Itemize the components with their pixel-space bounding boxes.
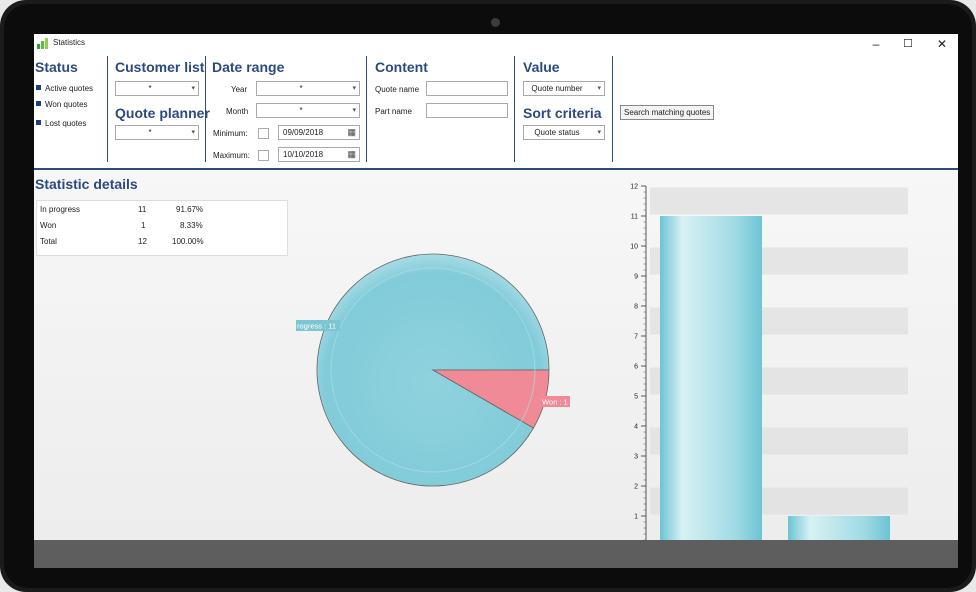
- status-active-quotes[interactable]: Active quotes: [36, 84, 93, 93]
- y-tick-label: 7: [634, 334, 638, 341]
- app-icon: [37, 38, 48, 49]
- year-label: Year: [231, 85, 248, 94]
- chevron-down-icon: ▾: [191, 85, 195, 92]
- maximum-date-checkbox[interactable]: [258, 150, 269, 161]
- quote-name-label: Quote name: [375, 85, 420, 94]
- camera-icon: [491, 18, 500, 27]
- filter-panel: Status Active quotes Won quotes Lost quo…: [34, 54, 958, 170]
- y-tick-label: 4: [634, 424, 638, 431]
- divider: [514, 56, 515, 162]
- divider: [366, 56, 367, 162]
- bar-in-progress: [660, 216, 762, 546]
- maximum-label: Maximum:: [213, 151, 250, 160]
- sort-criteria-select[interactable]: Quote status ▾: [523, 125, 605, 140]
- value-select[interactable]: Quote number ▾: [523, 81, 605, 96]
- status-lost-quotes[interactable]: Lost quotes: [36, 119, 86, 128]
- part-name-input[interactable]: [426, 103, 508, 118]
- y-tick-label: 3: [634, 454, 638, 461]
- divider: [107, 56, 108, 162]
- divider: [612, 56, 613, 162]
- y-tick-label: 10: [630, 244, 638, 251]
- checkbox-icon: [36, 120, 41, 125]
- part-name-label: Part name: [375, 107, 412, 116]
- pie-label-won: Won : 1: [540, 396, 570, 407]
- sort-criteria-heading: Sort criteria: [523, 105, 602, 121]
- grid-band: [650, 187, 908, 215]
- y-tick-label: 2: [634, 484, 638, 491]
- quote-planner-select[interactable]: * ▾: [115, 125, 199, 140]
- chevron-down-icon: ▾: [597, 129, 601, 136]
- pie-label-in-progress: rogress : 11: [296, 320, 340, 331]
- y-tick-label: 1: [634, 514, 638, 521]
- month-select[interactable]: * ▾: [256, 103, 360, 118]
- minimum-date-checkbox[interactable]: [258, 128, 269, 139]
- table-row: Total 12 100.00%: [40, 237, 204, 246]
- year-select[interactable]: * ▾: [256, 81, 360, 96]
- statistic-details-panel: Statistic details In progress 11 91.67% …: [34, 170, 958, 568]
- content-heading: Content: [375, 59, 428, 75]
- minimum-date-picker[interactable]: 09/09/2018 ▦: [278, 125, 360, 140]
- chevron-down-icon: ▾: [352, 85, 356, 92]
- date-range-heading: Date range: [212, 59, 285, 75]
- statistics-table: In progress 11 91.67% Won 1 8.33% Total …: [36, 200, 288, 256]
- status-won-quotes[interactable]: Won quotes: [36, 100, 88, 109]
- maximum-date-picker[interactable]: 10/10/2018 ▦: [278, 147, 360, 162]
- month-label: Month: [226, 107, 249, 116]
- checkbox-icon: [36, 85, 41, 90]
- y-tick-label: 9: [634, 274, 638, 281]
- checkbox-icon: [36, 101, 41, 106]
- quote-planner-heading: Quote planner: [115, 105, 210, 121]
- chevron-down-icon: ▾: [597, 85, 601, 92]
- y-tick-label: 12: [630, 184, 638, 191]
- minimum-label: Minimum:: [213, 129, 248, 138]
- status-heading: Status: [35, 59, 78, 75]
- value-heading: Value: [523, 59, 560, 75]
- table-row: Won 1 8.33%: [40, 221, 203, 230]
- y-tick-label: 5: [634, 394, 638, 401]
- search-matching-quotes-button[interactable]: Search matching quotes: [620, 105, 715, 120]
- svg-text:rogress : 11: rogress : 11: [297, 322, 336, 331]
- calendar-icon[interactable]: ▦: [347, 127, 356, 138]
- y-tick-label: 11: [631, 214, 638, 221]
- bar-chart: 0123456789101112: [630, 184, 908, 548]
- title-bar: Statistics – ☐ ✕: [34, 34, 958, 54]
- close-button[interactable]: ✕: [930, 36, 954, 52]
- chevron-down-icon: ▾: [191, 129, 195, 136]
- chevron-down-icon: ▾: [352, 107, 356, 114]
- statistic-details-heading: Statistic details: [35, 176, 138, 192]
- divider: [205, 56, 206, 162]
- y-tick-label: 8: [634, 304, 638, 311]
- taskbar: [34, 540, 958, 568]
- table-row: In progress 11 91.67%: [40, 205, 204, 214]
- minimize-button[interactable]: –: [864, 36, 888, 52]
- customer-list-select[interactable]: * ▾: [115, 81, 199, 96]
- window-title: Statistics: [53, 38, 86, 47]
- pie-chart: rogress : 11 Won : 1: [296, 253, 570, 487]
- screen: Statistics – ☐ ✕ Status Active quotes Wo…: [34, 34, 958, 568]
- svg-text:Won : 1: Won : 1: [542, 398, 568, 407]
- calendar-icon[interactable]: ▦: [347, 149, 356, 160]
- customer-list-heading: Customer list: [115, 59, 205, 75]
- quote-name-input[interactable]: [426, 81, 508, 96]
- maximize-button[interactable]: ☐: [896, 36, 920, 52]
- y-tick-label: 6: [634, 364, 638, 371]
